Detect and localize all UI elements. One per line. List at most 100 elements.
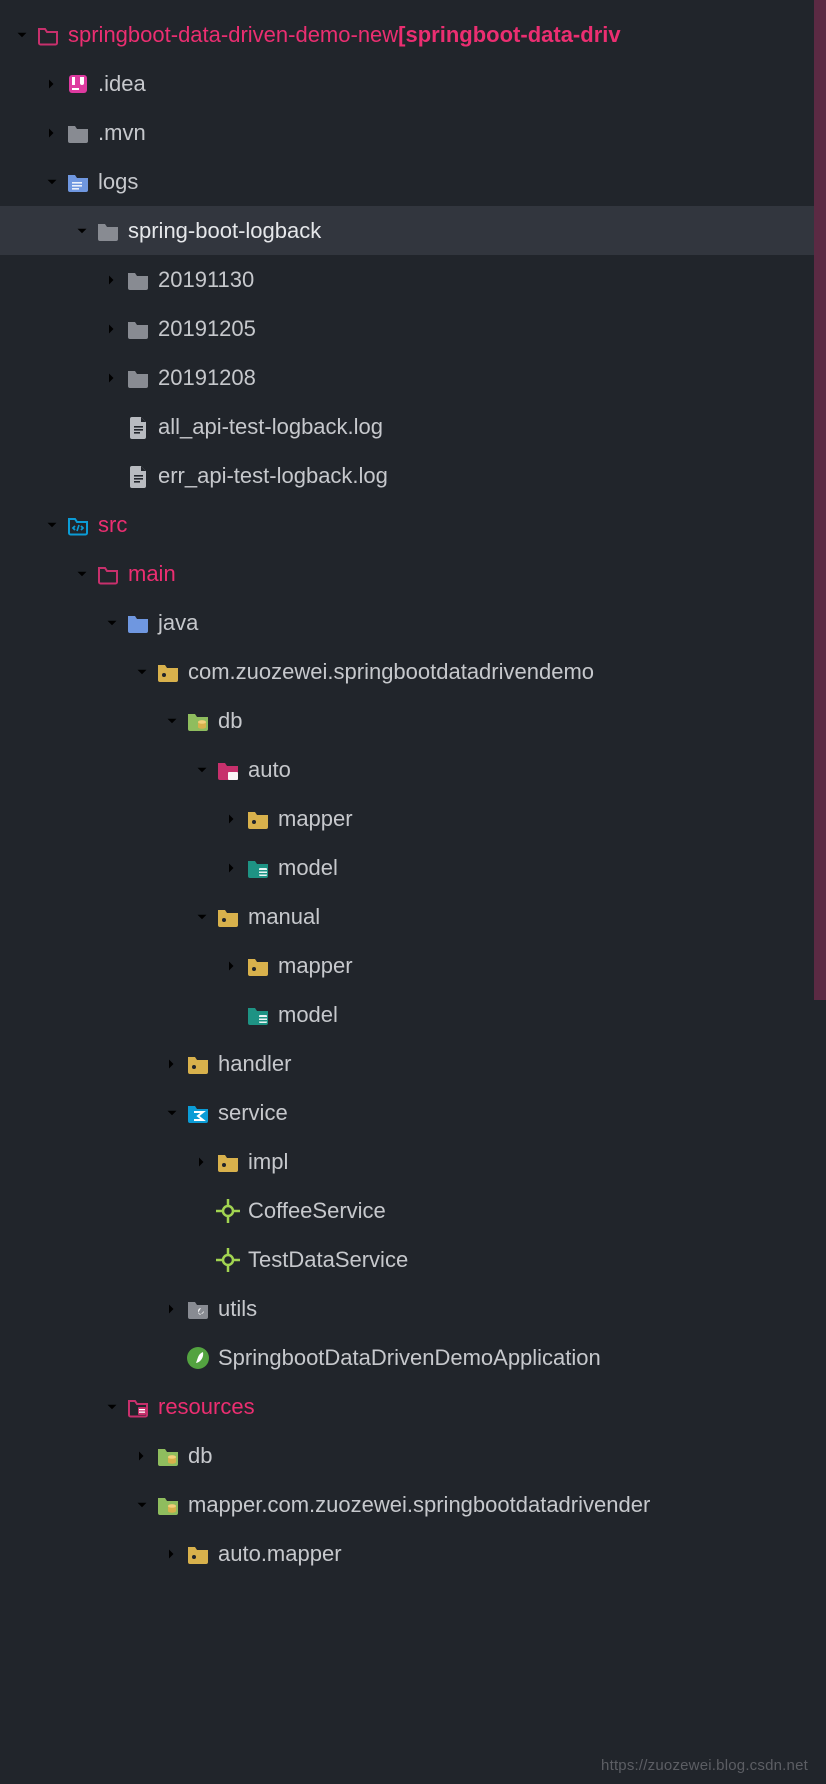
tree-item[interactable]: 20191208 xyxy=(0,353,826,402)
tree-item-file[interactable]: all_api-test-logback.log xyxy=(0,402,826,451)
tree-item-spring-boot-logback[interactable]: spring-boot-logback xyxy=(0,206,826,255)
tree-label: main xyxy=(128,561,176,587)
chevron-down-icon xyxy=(44,517,60,533)
tree-item-mapper[interactable]: mapper xyxy=(0,941,826,990)
tree-label: java xyxy=(158,610,198,636)
folder-code-icon xyxy=(66,513,90,537)
tree-label: spring-boot-logback xyxy=(128,218,321,244)
tree-item-mapperpkg[interactable]: mapper.com.zuozewei.springbootdatadriven… xyxy=(0,1480,826,1529)
tree-label: 20191130 xyxy=(158,267,254,293)
folder-db-icon xyxy=(186,709,210,733)
tree-item-db-res[interactable]: db xyxy=(0,1431,826,1480)
tree-item-java[interactable]: java xyxy=(0,598,826,647)
tree-item-root[interactable]: springboot-data-driven-demo-new [springb… xyxy=(0,10,826,59)
project-tree: springboot-data-driven-demo-new [springb… xyxy=(0,0,826,1578)
scrollbar[interactable] xyxy=(814,0,826,1000)
tree-label: .idea xyxy=(98,71,146,97)
chevron-right-icon xyxy=(224,860,240,876)
folder-icon xyxy=(36,23,60,47)
intellij-icon xyxy=(66,72,90,96)
folder-resources-icon xyxy=(126,1395,150,1419)
folder-icon xyxy=(96,562,120,586)
tree-label: mapper.com.zuozewei.springbootdatadriven… xyxy=(188,1492,650,1518)
tree-label: auto.mapper xyxy=(218,1541,342,1567)
chevron-down-icon xyxy=(44,174,60,190)
tree-label: err_api-test-logback.log xyxy=(158,463,388,489)
chevron-right-icon xyxy=(104,272,120,288)
chevron-right-icon xyxy=(44,76,60,92)
tree-item[interactable]: 20191205 xyxy=(0,304,826,353)
chevron-right-icon xyxy=(164,1056,180,1072)
chevron-down-icon xyxy=(134,1497,150,1513)
folder-icon xyxy=(126,268,150,292)
folder-db-icon xyxy=(156,1444,180,1468)
folder-model-icon xyxy=(246,1003,270,1027)
root-branch: [springboot-data-driv xyxy=(398,22,620,48)
tree-label: utils xyxy=(218,1296,257,1322)
tree-label: all_api-test-logback.log xyxy=(158,414,383,440)
chevron-down-icon xyxy=(194,762,210,778)
tree-label: SpringbootDataDrivenDemoApplication xyxy=(218,1345,601,1371)
tree-label: 20191205 xyxy=(158,316,256,342)
folder-wrench-icon xyxy=(186,1297,210,1321)
tree-item-mapper[interactable]: mapper xyxy=(0,794,826,843)
package-icon xyxy=(186,1542,210,1566)
interface-icon xyxy=(216,1199,240,1223)
tree-item-interface-coffee[interactable]: CoffeeService xyxy=(0,1186,826,1235)
chevron-down-icon xyxy=(104,615,120,631)
root-name: springboot-data-driven-demo-new xyxy=(68,22,398,48)
tree-item-idea[interactable]: .idea xyxy=(0,59,826,108)
chevron-right-icon xyxy=(164,1301,180,1317)
folder-icon xyxy=(96,219,120,243)
tree-label: model xyxy=(278,1002,338,1028)
tree-item-model[interactable]: model xyxy=(0,990,826,1039)
tree-item-service[interactable]: service xyxy=(0,1088,826,1137)
tree-item-file[interactable]: err_api-test-logback.log xyxy=(0,451,826,500)
tree-item-impl[interactable]: impl xyxy=(0,1137,826,1186)
tree-label: src xyxy=(98,512,127,538)
tree-item-automapper[interactable]: auto.mapper xyxy=(0,1529,826,1578)
tree-item-resources[interactable]: resources xyxy=(0,1382,826,1431)
package-icon xyxy=(246,954,270,978)
tree-label: mapper xyxy=(278,953,353,979)
tree-item-src[interactable]: src xyxy=(0,500,826,549)
chevron-down-icon xyxy=(14,27,30,43)
tree-label: service xyxy=(218,1100,288,1126)
tree-item-db[interactable]: db xyxy=(0,696,826,745)
chevron-down-icon xyxy=(74,223,90,239)
folder-icon xyxy=(126,366,150,390)
tree-item-logs[interactable]: logs xyxy=(0,157,826,206)
tree-label: logs xyxy=(98,169,138,195)
tree-label: mapper xyxy=(278,806,353,832)
tree-item-manual[interactable]: manual xyxy=(0,892,826,941)
package-icon xyxy=(246,807,270,831)
folder-icon xyxy=(66,121,90,145)
folder-model-icon xyxy=(246,856,270,880)
tree-item-app[interactable]: SpringbootDataDrivenDemoApplication xyxy=(0,1333,826,1382)
tree-item-model[interactable]: model xyxy=(0,843,826,892)
tree-item-interface-testdata[interactable]: TestDataService xyxy=(0,1235,826,1284)
chevron-right-icon xyxy=(104,321,120,337)
tree-item-handler[interactable]: handler xyxy=(0,1039,826,1088)
tree-label: db xyxy=(188,1443,212,1469)
tree-item-mvn[interactable]: .mvn xyxy=(0,108,826,157)
tree-item-auto[interactable]: auto xyxy=(0,745,826,794)
chevron-right-icon xyxy=(164,1546,180,1562)
folder-src-icon xyxy=(216,758,240,782)
tree-item-utils[interactable]: utils xyxy=(0,1284,826,1333)
file-icon xyxy=(126,415,150,439)
tree-item-package[interactable]: com.zuozewei.springbootdatadrivendemo xyxy=(0,647,826,696)
chevron-right-icon xyxy=(224,958,240,974)
tree-label: com.zuozewei.springbootdatadrivendemo xyxy=(188,659,594,685)
tree-item[interactable]: 20191130 xyxy=(0,255,826,304)
chevron-down-icon xyxy=(164,713,180,729)
watermark: https://zuozewei.blog.csdn.net xyxy=(601,1757,808,1774)
tree-item-main[interactable]: main xyxy=(0,549,826,598)
package-icon xyxy=(186,1052,210,1076)
folder-log-icon xyxy=(66,170,90,194)
chevron-right-icon xyxy=(134,1448,150,1464)
chevron-down-icon xyxy=(164,1105,180,1121)
tree-label: auto xyxy=(248,757,291,783)
interface-icon xyxy=(216,1248,240,1272)
chevron-right-icon xyxy=(194,1154,210,1170)
